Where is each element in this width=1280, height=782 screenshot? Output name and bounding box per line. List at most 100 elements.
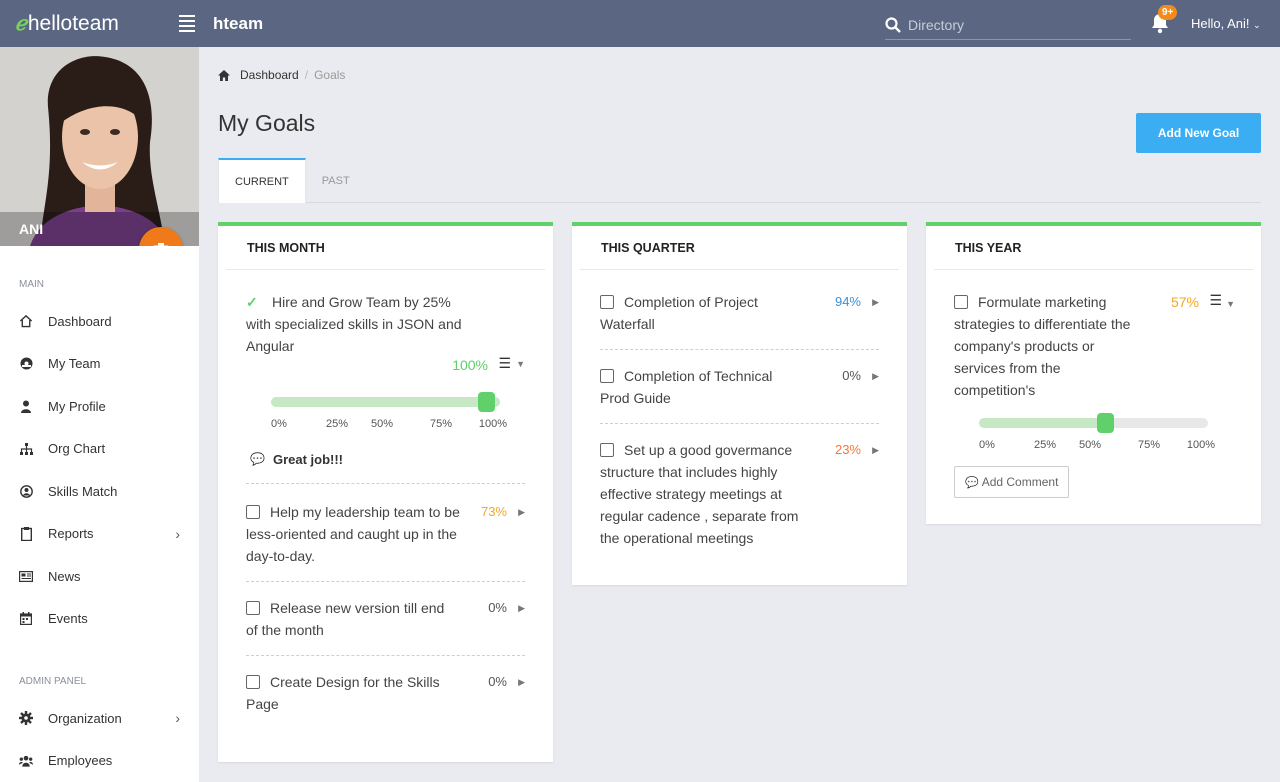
hamburger-menu-icon[interactable]: ☰ <box>1209 289 1222 311</box>
tick-label: 25% <box>1033 439 1057 451</box>
goal-item: Completion of Project Waterfall 94% ▶ <box>600 291 879 335</box>
caret-down-icon[interactable]: ▼ <box>516 359 525 369</box>
goal-tabs: CURRENT PAST <box>218 158 1261 203</box>
sidebar-item-news[interactable]: News <box>0 555 199 598</box>
sidebar-item-employees[interactable]: Employees <box>0 740 199 782</box>
slider-handle[interactable] <box>1097 413 1114 433</box>
tick-label: 75% <box>1137 439 1161 451</box>
tab-current[interactable]: CURRENT <box>218 158 306 203</box>
goal-text: Create Design for the Skills Page <box>246 674 440 712</box>
expand-arrow-icon[interactable]: ▶ <box>872 439 879 461</box>
sidebar: ANI MAIN Dashboard My Team My Profile Or… <box>0 47 199 782</box>
search-input[interactable] <box>908 17 1108 33</box>
breadcrumb-separator: / <box>304 68 309 82</box>
logo[interactable]: ℯ helloteam <box>0 11 199 36</box>
goal-percent: 100% <box>452 357 488 373</box>
clipboard-icon <box>19 526 33 541</box>
goal-text: Completion of Project Waterfall <box>600 294 758 332</box>
sidebar-item-organization[interactable]: Organization › <box>0 697 199 740</box>
this-month-card: THIS MONTH ✓ Hire and Grow Team by 25% wi… <box>218 222 553 762</box>
goal-checkbox[interactable] <box>954 295 968 309</box>
gear-icon <box>19 711 33 726</box>
home-icon[interactable] <box>218 69 230 81</box>
progress-slider[interactable] <box>271 392 500 412</box>
sidebar-item-label: Events <box>48 611 88 627</box>
tab-past[interactable]: PAST <box>306 158 366 203</box>
sidebar-item-label: Organization <box>48 710 122 726</box>
user-icon <box>19 399 33 413</box>
chevron-down-icon: ⌄ <box>1253 20 1261 30</box>
sidebar-item-label: Employees <box>48 753 113 769</box>
expand-arrow-icon[interactable]: ▶ <box>518 597 525 619</box>
chevron-right-icon: › <box>175 710 180 727</box>
top-bar: ℯhelloteam hteam 9+ Hello, Ani! ⌄ <box>0 0 1280 47</box>
goal-item: Set up a good govermance structure that … <box>600 439 879 549</box>
tick-label: 50% <box>370 418 394 430</box>
sidebar-item-events[interactable]: Events <box>0 598 199 641</box>
skills-icon <box>19 484 33 498</box>
goal-comment: 💬 Great job!!! <box>250 449 521 469</box>
slider-ticks: 0% 25% 50% 75% 100% <box>979 439 1215 453</box>
sidebar-item-org-chart[interactable]: Org Chart <box>0 428 199 471</box>
hamburger-menu-icon[interactable]: ☰ <box>498 355 511 372</box>
breadcrumb-dashboard[interactable]: Dashboard <box>240 68 299 82</box>
employees-icon <box>19 754 33 768</box>
goal-checkbox[interactable] <box>246 675 260 689</box>
add-comment-label: Add Comment <box>981 475 1059 489</box>
goal-percent: 94% <box>834 294 861 309</box>
admin-section-label: ADMIN PANEL <box>19 676 87 687</box>
caret-down-icon[interactable]: ▼ <box>1226 293 1235 315</box>
goal-item: Completion of Technical Prod Guide 0% ▶ <box>600 365 879 409</box>
profile-photo: ANI <box>0 47 199 246</box>
expand-arrow-icon[interactable]: ▶ <box>518 671 525 693</box>
profile-name: ANI <box>19 221 44 237</box>
goal-percent: 73% <box>480 504 507 519</box>
progress-slider[interactable] <box>979 413 1208 433</box>
search-icon[interactable] <box>885 17 901 33</box>
user-menu[interactable]: Hello, Ani! ⌄ <box>1191 16 1261 31</box>
card-title: THIS MONTH <box>226 226 545 270</box>
page-title: My Goals <box>218 110 316 136</box>
card-title: THIS QUARTER <box>580 226 899 270</box>
expand-arrow-icon[interactable]: ▶ <box>872 365 879 387</box>
slider-handle[interactable] <box>478 392 495 412</box>
goal-item: Formulate marketing strategies to differ… <box>954 291 1235 401</box>
goal-checkbox[interactable] <box>600 443 614 457</box>
slider-fill <box>271 397 500 407</box>
sidebar-item-label: Reports <box>48 526 94 542</box>
expand-arrow-icon[interactable]: ▶ <box>518 501 525 523</box>
goal-checkbox[interactable] <box>600 295 614 309</box>
comment-text: Great job!!! <box>272 451 344 467</box>
goal-checkbox[interactable] <box>600 369 614 383</box>
home-icon <box>19 314 33 328</box>
comment-icon: 💬 <box>965 476 979 489</box>
card-title: THIS YEAR <box>934 226 1253 270</box>
goal-text: Set up a good govermance structure that … <box>600 442 799 546</box>
sidebar-item-label: Skills Match <box>48 483 118 499</box>
avatar <box>0 47 199 246</box>
progress-slider-wrap: 0% 25% 50% 75% 100% <box>271 392 507 432</box>
goal-checkbox[interactable] <box>246 601 260 615</box>
sidebar-item-skills-match[interactable]: Skills Match <box>0 470 199 513</box>
breadcrumb: Dashboard / Goals <box>218 68 345 82</box>
sidebar-item-reports[interactable]: Reports › <box>0 513 199 556</box>
chevron-right-icon: › <box>175 525 180 542</box>
this-year-card: THIS YEAR Formulate marketing strategies… <box>926 222 1261 524</box>
sidebar-item-label: My Team <box>48 356 101 372</box>
sidebar-item-my-profile[interactable]: My Profile <box>0 385 199 428</box>
slider-fill <box>979 418 1110 428</box>
main-content: Dashboard / Goals My Goals Add New Goal … <box>199 47 1280 782</box>
logo-text: helloteam <box>27 11 119 35</box>
sidebar-item-my-team[interactable]: My Team <box>0 343 199 386</box>
goal-percent: 57% <box>1170 294 1199 310</box>
add-new-goal-button[interactable]: Add New Goal <box>1136 113 1261 153</box>
sidebar-item-label: Dashboard <box>48 313 112 329</box>
add-comment-button[interactable]: 💬 Add Comment <box>954 466 1070 498</box>
goal-item: Release new version till end of the mont… <box>246 597 525 641</box>
expand-arrow-icon[interactable]: ▶ <box>872 291 879 313</box>
sidebar-item-dashboard[interactable]: Dashboard <box>0 300 199 343</box>
user-greeting: Hello, Ani! <box>1191 16 1250 31</box>
goal-checkbox[interactable] <box>246 505 260 519</box>
menu-toggle-icon[interactable] <box>179 12 195 35</box>
goal-status-row: 100% ☰ ▼ <box>246 355 525 379</box>
